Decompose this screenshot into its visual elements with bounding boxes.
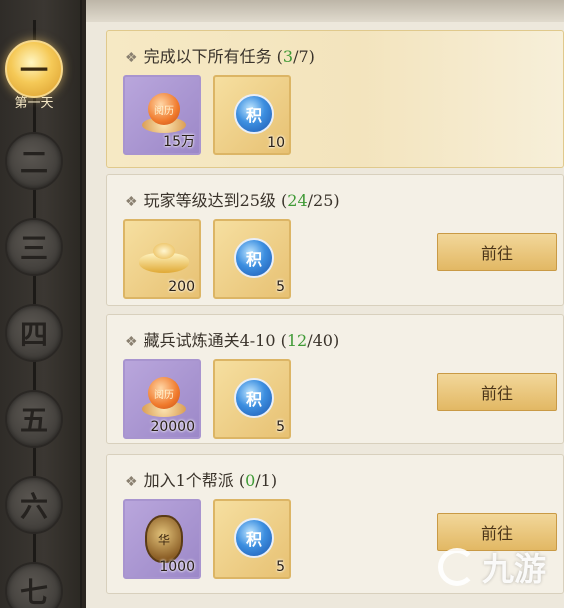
progress-total: 7 (298, 47, 309, 66)
reward-slot[interactable]: 积 10 (213, 75, 291, 155)
reward-qty: 15万 (163, 134, 195, 150)
diamond-bullet-icon: ❖ (125, 474, 138, 490)
panel-top-bar (86, 0, 564, 22)
day-tab-2[interactable]: 二 (5, 132, 63, 190)
points-orb-icon: 积 (234, 518, 274, 558)
task-title: 玩家等级达到25级 (143, 191, 276, 210)
day-tab-label: 三 (19, 232, 48, 265)
reward-slot[interactable]: 阅历 20000 (123, 359, 201, 439)
day-tab-4[interactable]: 四 (5, 304, 63, 362)
day-tab-5[interactable]: 五 (5, 390, 63, 448)
task-card: ❖ 藏兵试炼通关4-10 (12/40) 阅历 20000 积 5 前往 (106, 314, 564, 444)
task-title-row: ❖ 加入1个帮派 (0/1) (125, 471, 278, 490)
progress-total: 40 (312, 331, 333, 350)
task-title-row: ❖ 完成以下所有任务 (3/7) (125, 47, 315, 66)
active-day-caption: 第一天 (14, 96, 54, 111)
reward-slot[interactable]: 华 1000 (123, 499, 201, 579)
exp-scroll-icon: 阅历 (140, 377, 188, 421)
day-tab-7[interactable]: 七 (5, 562, 63, 608)
day-tab-3[interactable]: 三 (5, 218, 63, 276)
diamond-bullet-icon: ❖ (125, 334, 138, 350)
progress-current: 0 (245, 471, 256, 490)
reward-slot[interactable]: 200 (123, 219, 201, 299)
coin-pouch-icon: 华 (145, 515, 183, 563)
watermark: 九游 (437, 544, 546, 590)
reward-slot[interactable]: 积 5 (213, 499, 291, 579)
day-tab-label: 六 (19, 490, 48, 523)
task-title: 加入1个帮派 (143, 471, 234, 490)
day-tab-label: 五 (19, 404, 48, 437)
reward-qty: 5 (276, 279, 285, 295)
watermark-logo-icon (437, 548, 476, 586)
progress-total: 25 (313, 191, 334, 210)
task-title: 藏兵试炼通关4-10 (143, 331, 276, 350)
day-tab-1[interactable]: 一 (5, 40, 63, 98)
gold-ingot-icon (139, 243, 189, 275)
task-panel: ❖ 完成以下所有任务 (3/7) 阅历 15万 积 10 ❖ 玩家等级达到25级 (… (86, 0, 564, 608)
reward-slot[interactable]: 积 5 (213, 359, 291, 439)
progress-total: 1 (260, 471, 271, 490)
reward-qty: 1000 (159, 559, 195, 575)
points-orb-icon: 积 (234, 378, 274, 418)
watermark-text: 九游 (481, 550, 546, 588)
task-card: ❖ 完成以下所有任务 (3/7) 阅历 15万 积 10 (106, 30, 564, 168)
day-tab-label: 二 (19, 146, 48, 179)
go-button[interactable]: 前往 (437, 373, 557, 411)
task-title-row: ❖ 藏兵试炼通关4-10 (12/40) (125, 331, 340, 350)
day-rail: 一 第一天 二 三 四 五 六 七 (0, 0, 82, 608)
task-card: ❖ 玩家等级达到25级 (24/25) 200 积 5 前往 (106, 174, 564, 306)
points-orb-icon: 积 (234, 238, 274, 278)
progress-current: 3 (282, 47, 294, 66)
day-tab-label: 一 (19, 54, 48, 87)
go-button[interactable]: 前往 (437, 233, 557, 271)
day-tab-label: 七 (19, 576, 48, 608)
day-tab-label: 四 (19, 318, 48, 351)
reward-qty: 20000 (150, 419, 195, 435)
reward-qty: 10 (267, 135, 285, 151)
progress-current: 12 (286, 331, 308, 350)
reward-qty: 5 (276, 419, 285, 435)
reward-slot[interactable]: 积 5 (213, 219, 291, 299)
task-title: 完成以下所有任务 (143, 47, 272, 66)
reward-qty: 200 (168, 279, 195, 295)
diamond-bullet-icon: ❖ (125, 194, 138, 210)
day-tab-6[interactable]: 六 (5, 476, 63, 534)
reward-qty: 5 (276, 559, 285, 575)
points-orb-icon: 积 (234, 94, 274, 134)
progress-current: 24 (287, 191, 308, 210)
diamond-bullet-icon: ❖ (125, 50, 138, 66)
task-title-row: ❖ 玩家等级达到25级 (24/25) (125, 191, 340, 210)
reward-slot[interactable]: 阅历 15万 (123, 75, 201, 155)
